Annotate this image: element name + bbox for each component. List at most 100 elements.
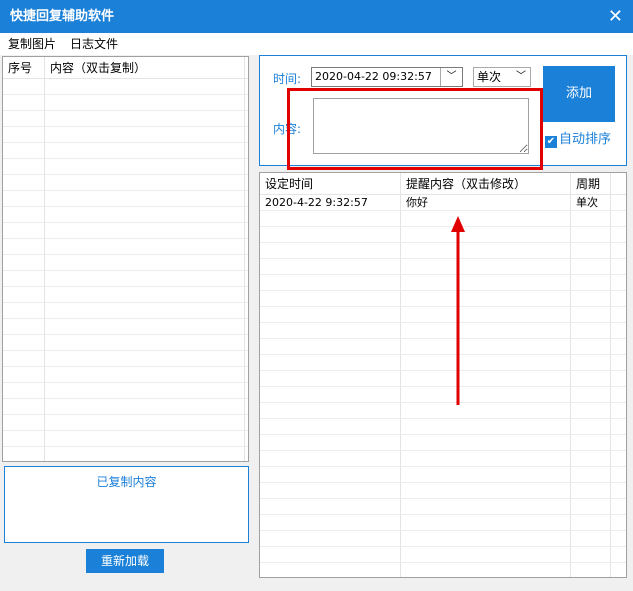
table-row[interactable]	[260, 499, 626, 515]
table-cell	[571, 371, 611, 386]
table-row[interactable]	[260, 307, 626, 323]
title-bar: 快捷回复辅助软件	[0, 0, 633, 33]
column-header-time[interactable]: 设定时间	[260, 173, 401, 194]
table-row[interactable]	[3, 159, 248, 175]
table-row[interactable]	[260, 531, 626, 547]
table-row[interactable]	[3, 207, 248, 223]
table-cell: 你好	[401, 195, 571, 210]
table-cell	[3, 447, 45, 461]
table-row[interactable]	[3, 415, 248, 431]
table-row[interactable]	[3, 351, 248, 367]
table-row[interactable]	[3, 319, 248, 335]
table-row[interactable]	[3, 143, 248, 159]
table-cell	[401, 243, 571, 258]
table-row[interactable]	[3, 127, 248, 143]
table-cell	[571, 467, 611, 482]
table-row[interactable]	[3, 239, 248, 255]
table-row[interactable]	[260, 227, 626, 243]
table-row[interactable]	[260, 419, 626, 435]
table-row[interactable]	[260, 371, 626, 387]
annotation-highlight-box	[287, 88, 543, 170]
table-row[interactable]	[260, 387, 626, 403]
table-row[interactable]	[3, 255, 248, 271]
table-row[interactable]	[3, 111, 248, 127]
table-cell	[3, 383, 45, 398]
table-cell	[260, 467, 401, 482]
table-row[interactable]	[3, 191, 248, 207]
table-row[interactable]	[3, 95, 248, 111]
chevron-down-icon: ﹀	[516, 71, 526, 82]
table-row[interactable]: 2020-4-22 9:32:57 你好 单次	[260, 195, 626, 211]
table-row[interactable]	[260, 547, 626, 563]
table-cell	[45, 95, 245, 110]
copied-content-box: 已复制内容	[4, 466, 249, 543]
column-header-content[interactable]: 内容（双击复制）	[45, 57, 245, 78]
reload-button[interactable]: 重新加载	[86, 549, 164, 573]
table-cell	[571, 339, 611, 354]
table-row[interactable]	[3, 287, 248, 303]
table-row[interactable]	[3, 175, 248, 191]
table-row[interactable]	[260, 275, 626, 291]
table-cell	[571, 451, 611, 466]
copied-content-label: 已复制内容	[96, 475, 157, 489]
left-list-table[interactable]: 序号 内容（双击复制）	[2, 56, 249, 462]
table-row[interactable]	[3, 431, 248, 447]
table-row[interactable]	[260, 483, 626, 499]
auto-sort-label: 自动排序	[559, 132, 612, 147]
table-cell	[571, 355, 611, 370]
reminder-table[interactable]: 设定时间 提醒内容（双击修改） 周期 2020-4-22 9:32:57 你好 单次	[259, 172, 627, 578]
chevron-down-icon[interactable]: ﹀	[440, 68, 462, 86]
table-cell	[260, 515, 401, 530]
table-cell	[401, 483, 571, 498]
table-row[interactable]	[3, 79, 248, 95]
table-cell	[45, 255, 245, 270]
table-cell	[3, 431, 45, 446]
table-cell	[3, 255, 45, 270]
table-row[interactable]	[3, 223, 248, 239]
column-header-content[interactable]: 提醒内容（双击修改）	[401, 173, 571, 194]
table-row[interactable]	[3, 399, 248, 415]
table-row[interactable]	[260, 323, 626, 339]
table-row[interactable]	[260, 339, 626, 355]
table-row[interactable]	[260, 259, 626, 275]
table-cell	[401, 563, 571, 577]
auto-sort-checkbox[interactable]: ✔ 自动排序	[545, 132, 611, 148]
table-cell	[3, 239, 45, 254]
table-row[interactable]	[3, 383, 248, 399]
table-cell	[571, 435, 611, 450]
table-row[interactable]	[3, 303, 248, 319]
table-cell	[260, 211, 401, 226]
table-cell	[3, 95, 45, 110]
table-cell	[3, 415, 45, 430]
table-cell	[260, 451, 401, 466]
table-cell	[260, 547, 401, 562]
table-row[interactable]	[260, 467, 626, 483]
table-row[interactable]	[260, 355, 626, 371]
table-row[interactable]	[260, 291, 626, 307]
table-row[interactable]	[260, 563, 626, 577]
cycle-value: 单次	[477, 70, 502, 84]
menu-log-file[interactable]: 日志文件	[62, 33, 124, 55]
column-header-cycle[interactable]: 周期	[571, 173, 611, 194]
table-row[interactable]	[3, 271, 248, 287]
table-cell	[571, 243, 611, 258]
table-cell	[45, 127, 245, 142]
table-row[interactable]	[260, 403, 626, 419]
table-row[interactable]	[260, 515, 626, 531]
table-row[interactable]	[260, 451, 626, 467]
table-row[interactable]	[3, 335, 248, 351]
table-cell	[401, 371, 571, 386]
table-row[interactable]	[260, 211, 626, 227]
window-title: 快捷回复辅助软件	[10, 9, 115, 24]
table-row[interactable]	[260, 243, 626, 259]
table-row[interactable]	[3, 367, 248, 383]
cycle-select[interactable]: 单次 ﹀	[473, 67, 531, 87]
table-cell	[401, 451, 571, 466]
table-row[interactable]	[260, 435, 626, 451]
menu-copy-image[interactable]: 复制图片	[0, 33, 62, 55]
table-row[interactable]	[3, 447, 248, 461]
column-header-index[interactable]: 序号	[3, 57, 45, 78]
close-icon[interactable]: ✕	[608, 0, 623, 33]
time-label: 时间:	[273, 72, 302, 86]
add-button[interactable]: 添加	[543, 66, 615, 122]
